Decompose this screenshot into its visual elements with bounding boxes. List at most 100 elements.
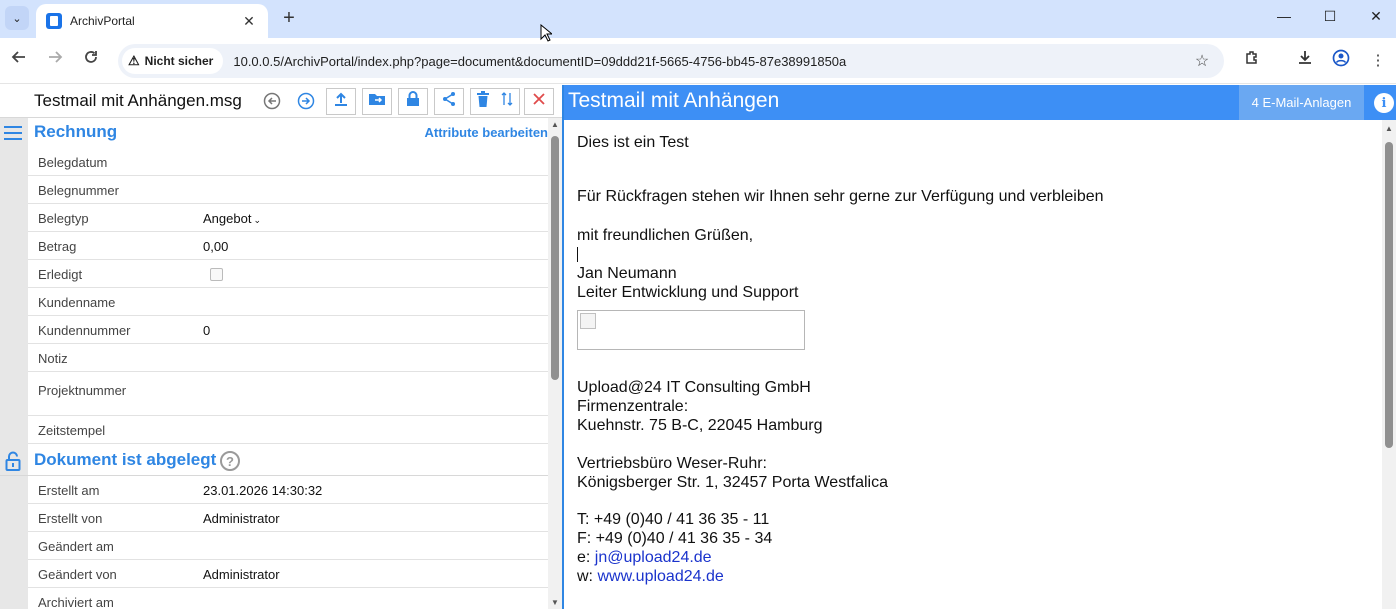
belegtyp-select[interactable]: Angebot ⌄ bbox=[203, 211, 261, 226]
attribute-row-belegtyp[interactable]: Belegtyp Angebot ⌄ bbox=[28, 204, 548, 232]
attribute-label: Belegnummer bbox=[38, 183, 119, 198]
share-button[interactable] bbox=[434, 88, 464, 115]
status-row-geaendert-am: Geändert am bbox=[28, 532, 548, 560]
attribute-value[interactable]: 0 bbox=[203, 323, 210, 338]
attribute-row-kundenname[interactable]: Kundenname bbox=[28, 288, 548, 316]
email-link[interactable]: jn@upload24.de bbox=[595, 549, 712, 566]
preview-title: Testmail mit Anhängen bbox=[568, 89, 780, 112]
attribute-label: Belegdatum bbox=[38, 155, 108, 170]
maximize-button[interactable]: ☐ bbox=[1320, 8, 1340, 28]
attribute-row-belegnummer[interactable]: Belegnummer bbox=[28, 176, 548, 204]
browser-menu-icon[interactable]: ⋮ bbox=[1366, 49, 1390, 73]
email-line: e: jn@upload24.de bbox=[577, 548, 1367, 567]
attribute-row-kundennummer[interactable]: Kundennummer 0 bbox=[28, 316, 548, 344]
office-label: Vertriebsbüro Weser-Ruhr: bbox=[577, 455, 767, 472]
attribute-row-betrag[interactable]: Betrag 0,00 bbox=[28, 232, 548, 260]
attribute-row-notiz[interactable]: Notiz bbox=[28, 344, 548, 372]
belegtyp-selected-value: Angebot bbox=[203, 211, 252, 226]
browser-tab[interactable]: ArchivPortal ✕ bbox=[36, 4, 268, 38]
status-value: Administrator bbox=[203, 511, 280, 526]
address-bar[interactable]: ⚠ Nicht sicher 10.0.0.5/ArchivPortal/ind… bbox=[118, 44, 1224, 78]
scroll-down-arrow-icon[interactable]: ▼ bbox=[550, 598, 560, 607]
attributes-section-header: Rechnung Attribute bearbeiten bbox=[0, 118, 548, 148]
forward-arrow-icon[interactable] bbox=[43, 49, 67, 73]
warning-triangle-icon: ⚠ bbox=[128, 53, 140, 68]
attributes-list: Belegdatum Belegnummer Belegtyp Angebot ⌄… bbox=[28, 148, 548, 444]
attribute-row-belegdatum[interactable]: Belegdatum bbox=[28, 148, 548, 176]
upload-button[interactable] bbox=[326, 88, 356, 115]
sort-arrows-icon bbox=[501, 91, 513, 112]
signature-role: Leiter Entwicklung und Support bbox=[577, 284, 799, 301]
tab-search-chevron-icon[interactable]: ⌄ bbox=[5, 6, 29, 30]
attribute-row-erledigt[interactable]: Erledigt bbox=[28, 260, 548, 288]
move-to-folder-button[interactable] bbox=[362, 88, 392, 115]
next-document-icon[interactable] bbox=[296, 91, 316, 111]
profile-avatar-icon[interactable] bbox=[1329, 49, 1353, 73]
dropdown-chevron-icon: ⌄ bbox=[253, 215, 261, 225]
edit-attributes-link[interactable]: Attribute bearbeiten bbox=[424, 125, 548, 140]
trash-icon bbox=[477, 91, 489, 112]
status-value: 23.01.2026 14:30:32 bbox=[203, 483, 323, 498]
new-tab-button[interactable]: + bbox=[278, 7, 300, 29]
website-link[interactable]: www.upload24.de bbox=[597, 568, 723, 585]
text-cursor bbox=[577, 247, 578, 262]
preview-header: Testmail mit Anhängen 4 E-Mail-Anlagen i bbox=[564, 85, 1396, 120]
web-prefix: w: bbox=[577, 568, 593, 585]
close-document-button[interactable] bbox=[524, 88, 554, 115]
window-close-button[interactable]: ✕ bbox=[1366, 8, 1386, 28]
delete-button[interactable] bbox=[470, 88, 520, 115]
status-label: Geändert von bbox=[38, 567, 117, 582]
lock-button[interactable] bbox=[398, 88, 428, 115]
email-body: Dies ist ein Test Für Rückfragen stehen … bbox=[577, 133, 1367, 586]
scrollbar-thumb[interactable] bbox=[551, 136, 559, 380]
tab-title: ArchivPortal bbox=[70, 14, 135, 28]
broken-image-icon bbox=[577, 310, 805, 350]
status-label: Archiviert am bbox=[38, 595, 114, 609]
attribute-label: Projektnummer bbox=[38, 383, 127, 398]
attribute-row-zeitstempel[interactable]: Zeitstempel bbox=[28, 416, 548, 444]
scroll-up-arrow-icon[interactable]: ▲ bbox=[550, 120, 560, 129]
status-row-erstellt-von: Erstellt von Administrator bbox=[28, 504, 548, 532]
scrollbar-thumb[interactable] bbox=[1385, 142, 1393, 448]
email-attachments-button[interactable]: 4 E-Mail-Anlagen bbox=[1239, 85, 1364, 120]
hamburger-menu-icon[interactable] bbox=[4, 126, 22, 145]
attribute-label: Betrag bbox=[38, 239, 77, 254]
url-text[interactable]: 10.0.0.5/ArchivPortal/index.php?page=doc… bbox=[233, 54, 1190, 69]
attributes-scrollbar[interactable]: ▲ ▼ bbox=[548, 118, 562, 609]
security-chip[interactable]: ⚠ Nicht sicher bbox=[122, 48, 224, 74]
attribute-label: Kundenname bbox=[38, 295, 116, 310]
status-label: Geändert am bbox=[38, 539, 114, 554]
info-icon[interactable]: i bbox=[1374, 93, 1394, 113]
attribute-value[interactable]: 0,00 bbox=[203, 239, 228, 254]
scroll-up-arrow-icon[interactable]: ▲ bbox=[1384, 124, 1394, 133]
email-preview-panel: Testmail mit Anhängen 4 E-Mail-Anlagen i… bbox=[562, 85, 1396, 609]
body-line: mit freundlichen Grüßen, bbox=[577, 227, 754, 244]
reload-icon[interactable] bbox=[79, 49, 103, 73]
back-arrow-icon[interactable] bbox=[7, 49, 31, 73]
status-row-erstellt-am: Erstellt am 23.01.2026 14:30:32 bbox=[28, 476, 548, 504]
unlocked-padlock-icon[interactable] bbox=[5, 451, 21, 476]
status-row-geaendert-von: Geändert von Administrator bbox=[28, 560, 548, 588]
attribute-row-projektnummer[interactable]: Projektnummer bbox=[28, 372, 548, 416]
email-prefix: e: bbox=[577, 549, 591, 566]
attribute-label: Kundennummer bbox=[38, 323, 131, 338]
tab-close-icon[interactable]: ✕ bbox=[240, 13, 258, 30]
attribute-label: Erledigt bbox=[38, 267, 83, 282]
status-value: Administrator bbox=[203, 567, 280, 582]
status-section-header: Dokument ist abgelegt ? bbox=[0, 446, 548, 476]
company-name: Upload@24 IT Consulting GmbH bbox=[577, 379, 811, 396]
preview-scrollbar[interactable]: ▲ bbox=[1382, 120, 1396, 609]
extensions-puzzle-icon[interactable] bbox=[1240, 49, 1264, 73]
minimize-button[interactable]: — bbox=[1274, 8, 1294, 28]
previous-document-icon[interactable] bbox=[262, 91, 282, 111]
body-line: Dies ist ein Test bbox=[577, 134, 689, 151]
help-question-icon[interactable]: ? bbox=[220, 451, 240, 471]
bookmark-star-icon[interactable]: ☆ bbox=[1190, 51, 1214, 71]
attribute-label: Notiz bbox=[38, 351, 68, 366]
downloads-icon[interactable] bbox=[1293, 49, 1317, 73]
attribute-label: Zeitstempel bbox=[38, 423, 106, 438]
erledigt-checkbox[interactable] bbox=[210, 268, 223, 281]
lock-icon bbox=[406, 91, 420, 112]
document-filename: Testmail mit Anhängen.msg bbox=[34, 91, 242, 110]
body-line: Für Rückfragen stehen wir Ihnen sehr ger… bbox=[577, 188, 1104, 205]
